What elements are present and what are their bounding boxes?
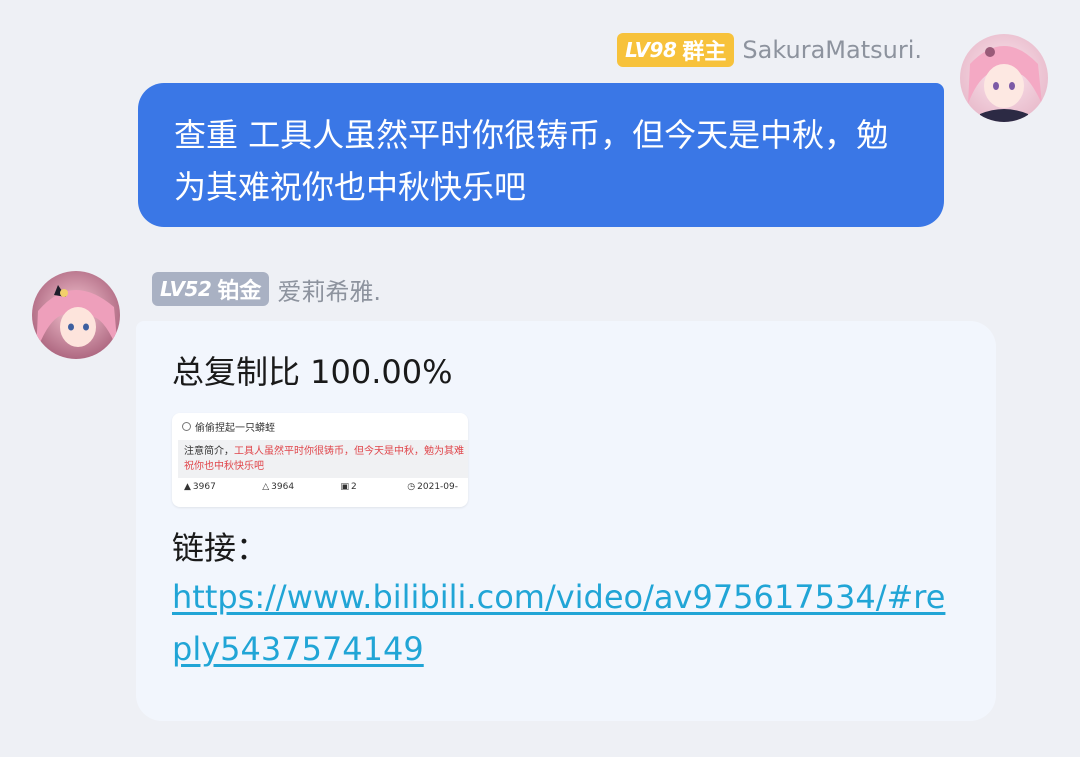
card-thumbs: △ 3964 — [262, 482, 340, 492]
reply-icon: ▣ — [340, 482, 350, 492]
avatar-other[interactable] — [32, 271, 120, 359]
thumb-filled-icon: ▲ — [184, 482, 191, 492]
clock-icon: ◷ — [407, 482, 416, 492]
member-badge: LV52 铂金 — [152, 272, 270, 306]
message-header-other: LV52 铂金 爱莉希雅. — [152, 272, 381, 306]
message-bubble-other[interactable]: 总复制比 100.00% 偷偷捏起一只蟒蛭 注意简介，工具人虽然平时你很铸币，但… — [136, 321, 996, 721]
avatar-self[interactable] — [960, 34, 1048, 122]
level-label: LV52 — [160, 277, 212, 301]
sender-name[interactable]: SakuraMatsuri. — [742, 36, 922, 64]
sender-name[interactable]: 爱莉希雅. — [277, 272, 381, 307]
card-note: 注意简介，工具人虽然平时你很铸币，但今天是中秋，勉为其难 祝你也中秋快乐吧 — [178, 440, 468, 478]
card-replies: ▣ 2 — [341, 482, 408, 492]
avatar-image — [960, 34, 1048, 122]
card-user-row: 偷偷捏起一只蟒蛭 — [172, 413, 468, 434]
card-stats-row: ▲ 3967 △ 3964 ▣ 2 ◷ 2021-09- — [172, 478, 468, 492]
level-label: LV98 — [625, 38, 677, 62]
role-label: 铂金 — [217, 279, 262, 304]
card-date-text: 2021-09- — [417, 482, 459, 492]
card-likes-count: 3967 — [192, 482, 216, 492]
card-note-text-2: 祝你也中秋快乐吧 — [184, 461, 264, 472]
video-link[interactable]: https://www.bilibili.com/video/av9756175… — [172, 571, 962, 675]
comment-screenshot-card[interactable]: 偷偷捏起一只蟒蛭 注意简介，工具人虽然平时你很铸币，但今天是中秋，勉为其难 祝你… — [172, 413, 468, 507]
message-bubble-self[interactable]: 查重 工具人虽然平时你很铸币，但今天是中秋，勉为其难祝你也中秋快乐吧 — [138, 83, 944, 227]
copy-ratio-text: 总复制比 100.00% — [172, 353, 453, 391]
card-username: 偷偷捏起一只蟒蛭 — [195, 422, 275, 434]
message-header-self: LV98 群主 SakuraMatsuri. — [617, 33, 922, 67]
card-note-label: 注意简介， — [184, 446, 234, 457]
message-text: 查重 工具人虽然平时你很铸币，但今天是中秋，勉为其难祝你也中秋快乐吧 — [174, 116, 889, 206]
card-replies-count: 2 — [351, 482, 357, 492]
card-date: ◷ 2021-09- — [407, 482, 458, 492]
thumb-outline-icon: △ — [262, 482, 270, 492]
link-label: 链接： — [172, 529, 269, 567]
card-note-text: 工具人虽然平时你很铸币，但今天是中秋，勉为其难 — [234, 446, 464, 457]
card-likes: ▲ 3967 — [184, 482, 262, 492]
user-icon — [182, 421, 191, 431]
card-thumbs-count: 3964 — [271, 482, 295, 492]
role-label: 群主 — [682, 40, 727, 65]
group-owner-badge: LV98 群主 — [617, 33, 735, 67]
avatar-image — [32, 271, 120, 359]
